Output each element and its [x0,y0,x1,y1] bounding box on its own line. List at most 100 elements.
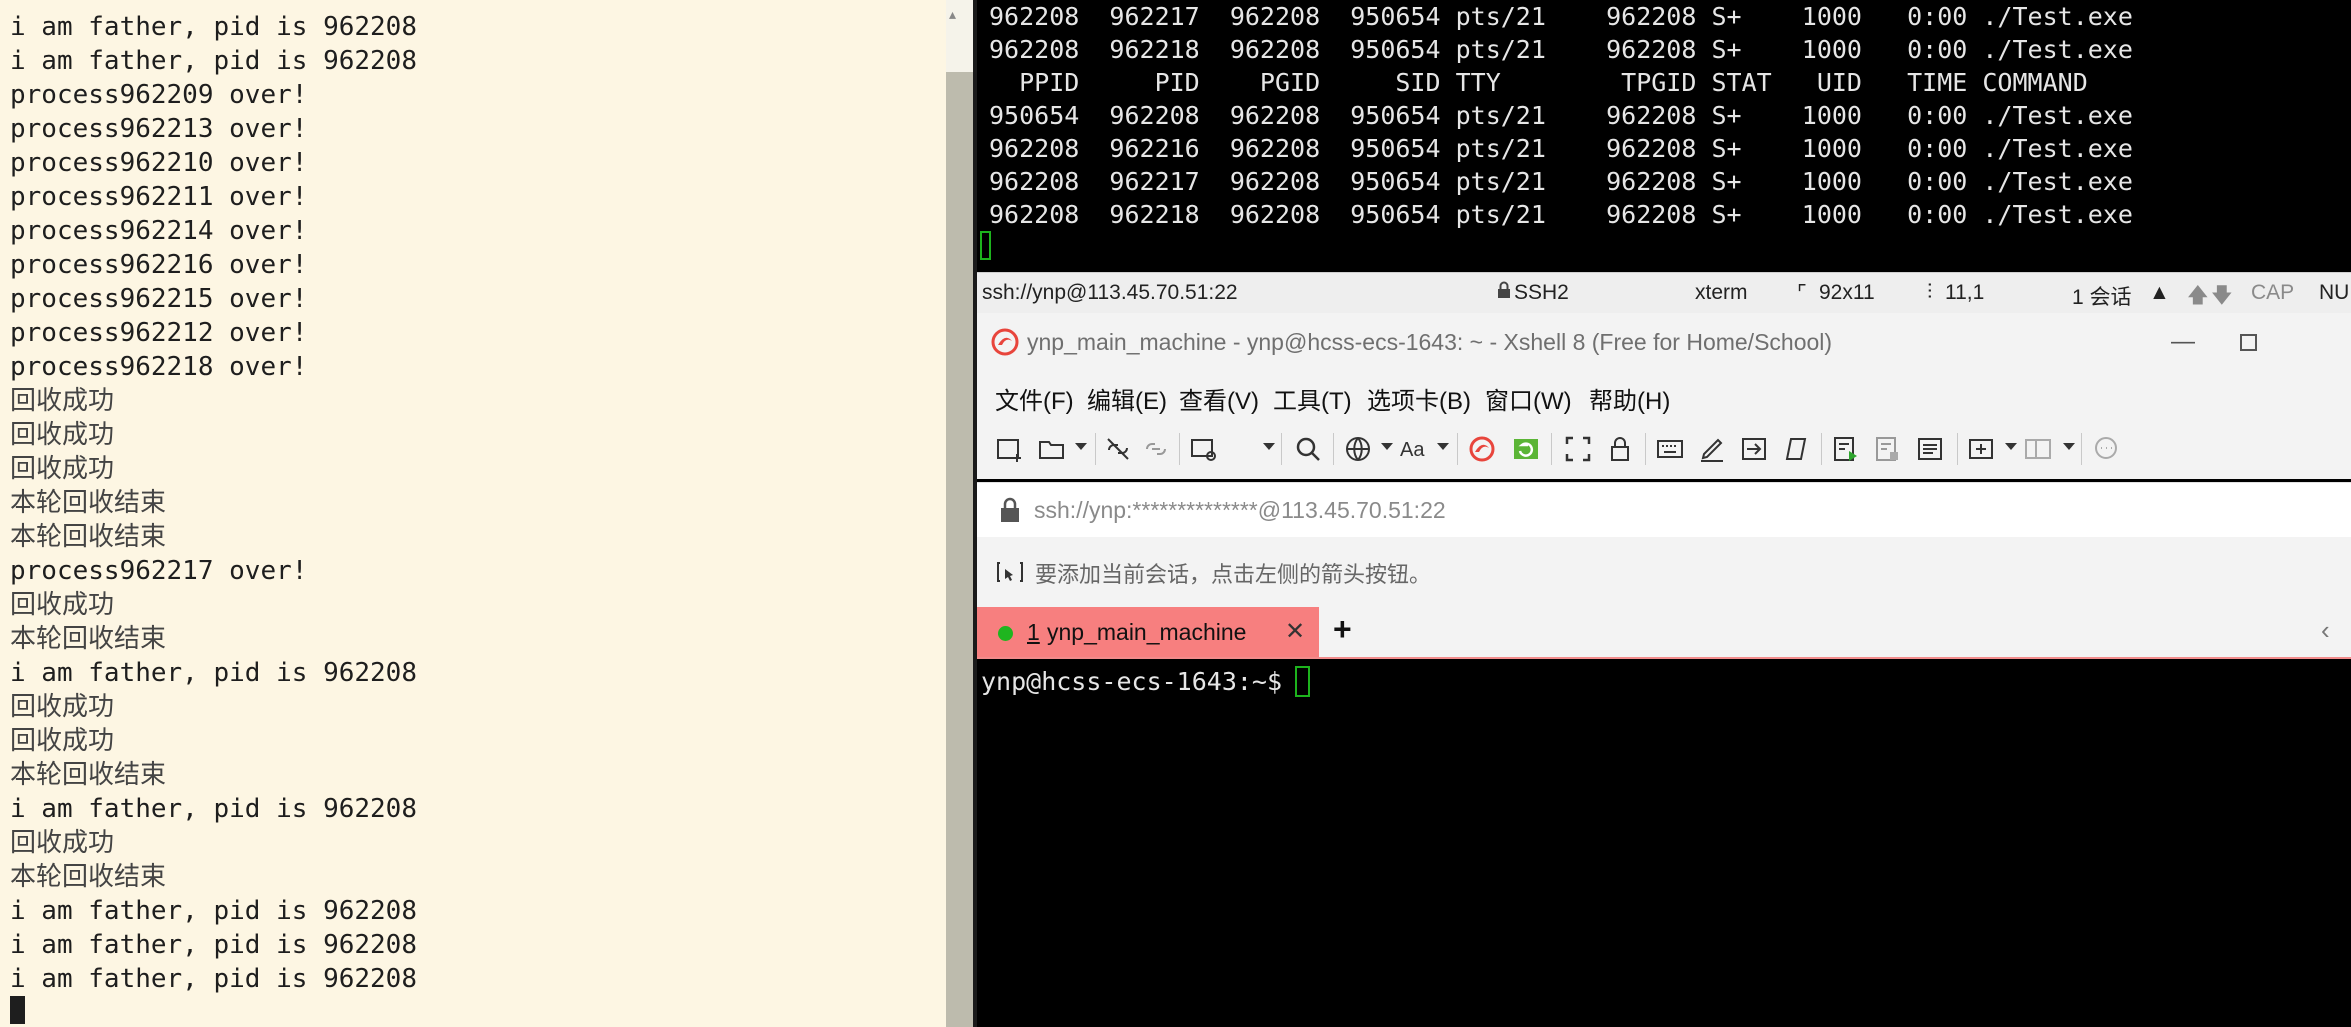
ps-output-terminal[interactable]: 962208 962217 962208 950654 pts/21 96220… [977,0,2351,272]
lock-icon[interactable] [1603,432,1637,466]
toolbar: Aa [977,419,2351,479]
search-icon[interactable] [1291,432,1325,466]
status-bar: ssh://ynp@113.45.70.51:22 SSH2 xterm ⌜ 9… [977,272,2351,314]
toolbar-divider [2081,433,2082,465]
layout-icon[interactable] [2021,432,2055,466]
chevron-down-icon[interactable] [1437,443,1449,450]
terminal-line: 本轮回收结束 [10,488,167,518]
chevron-down-icon[interactable] [1075,443,1087,450]
caret-up-icon[interactable]: ▲ [2149,281,2170,305]
terminal-line: process962210 over! [10,148,308,178]
scrollbar-top-area[interactable]: ▴ [946,0,973,72]
left-terminal-scrollbar[interactable]: ▴ [946,0,973,1027]
xshell-brand-icon[interactable] [1465,432,1499,466]
cursor-pos-icon: ⫶ [1927,281,1933,304]
maximize-button[interactable] [2223,317,2267,367]
terminal-line: 962208 962218 962208 950654 pts/21 96220… [989,35,2133,64]
chevron-down-icon[interactable] [1263,443,1275,450]
status-connection: ssh://ynp@113.45.70.51:22 [982,281,1238,304]
menu-window[interactable]: 窗口(W) [1485,381,1572,416]
tab-number: 1 [1027,619,1040,645]
status-sessions[interactable]: 1 会话 [2072,281,2132,311]
disconnect-icon[interactable] [1101,432,1135,466]
tab-bar: 1 ynp_main_machine ✕ + ‹ [977,605,2351,659]
session-terminal[interactable]: ynp@hcss-ecs-1643:~$ [977,659,2351,1027]
terminal-line: 回收成功 [10,420,115,450]
connected-status-icon [998,626,1013,641]
menu-file[interactable]: 文件(F) [995,381,1074,416]
lock-icon [1497,281,1511,305]
toolbar-divider [1095,433,1096,465]
terminal-line: i am father, pid is 962208 [10,658,417,688]
new-tab-group-icon[interactable] [1965,432,1999,466]
close-icon[interactable]: ✕ [1285,617,1305,646]
terminal-line: 950654 962208 962208 950654 pts/21 96220… [989,101,2133,130]
transfer-icon[interactable] [1737,432,1771,466]
chevron-left-icon[interactable]: ‹ [2321,615,2330,646]
add-session-arrow-icon[interactable] [995,559,1025,585]
terminal-line: process962212 over! [10,318,308,348]
terminal-line: i am father, pid is 962208 [10,930,417,960]
font-icon[interactable]: Aa [1397,432,1431,466]
status-num: NU [2319,281,2350,304]
terminal-line: 本轮回收结束 [10,624,167,654]
chevron-down-icon[interactable] [1381,443,1393,450]
resize-corner-icon: ⌜ [1797,282,1807,305]
toolbar-divider [1645,433,1646,465]
status-terminal-type: xterm [1695,281,1748,304]
terminal-cursor [10,996,25,1024]
pen-icon[interactable] [1695,432,1729,466]
minimize-button[interactable]: — [2161,317,2205,367]
status-caps: CAP [2251,281,2295,304]
fullscreen-icon[interactable] [1561,432,1595,466]
title-bar[interactable]: ynp_main_machine - ynp@hcss-ecs-1643: ~ … [977,313,2351,373]
menu-view[interactable]: 查看(V) [1179,381,1259,416]
log-icon[interactable] [1913,432,1947,466]
menu-help[interactable]: 帮助(H) [1589,381,1670,416]
run-script-icon[interactable] [1829,432,1863,466]
xshell-logo-icon [991,328,1019,356]
chat-icon[interactable] [2089,432,2123,466]
keyboard-icon[interactable] [1653,432,1687,466]
address-lock-icon [1001,497,1019,522]
terminal-line: i am father, pid is 962208 [10,964,417,994]
link-icon[interactable] [1139,432,1173,466]
chevron-down-icon[interactable] [2063,443,2075,450]
globe-icon[interactable] [1341,432,1375,466]
menu-tools[interactable]: 工具(T) [1273,381,1352,416]
session-hint-bar: 要添加当前会话，点击左侧的箭头按钮。 [977,537,2351,605]
scroll-up-icon[interactable]: ▴ [949,6,965,22]
open-folder-icon[interactable] [1035,432,1069,466]
menu-edit[interactable]: 编辑(E) [1087,381,1167,416]
script-icon[interactable] [1779,432,1813,466]
terminal-line: process962215 over! [10,284,308,314]
session-settings-icon[interactable] [1187,432,1221,466]
stop-script-icon[interactable] [1871,432,1905,466]
address-input[interactable] [1032,493,2236,527]
chevron-down-icon[interactable] [2005,443,2017,450]
new-session-icon[interactable] [993,432,1027,466]
add-tab-button[interactable]: + [1333,611,1352,648]
status-size: 92x11 [1819,281,1875,304]
terminal-line: 962208 962217 962208 950654 pts/21 96220… [989,2,2133,31]
terminal-line: i am father, pid is 962208 [10,46,417,76]
terminal-line: 本轮回收结束 [10,522,167,552]
arrow-down-icon[interactable]: 🡇 [2211,281,2233,316]
left-terminal-output: i am father, pid is 962208 i am father, … [10,10,417,996]
terminal-line: process962214 over! [10,216,308,246]
terminal-line: 本轮回收结束 [10,862,167,892]
terminal-line: 962208 962218 962208 950654 pts/21 96220… [989,200,2133,229]
tab-ynp-main-machine[interactable]: 1 ynp_main_machine ✕ [977,607,1319,657]
left-terminal[interactable]: i am father, pid is 962208 i am father, … [0,0,946,1027]
xftp-icon[interactable] [1509,432,1543,466]
toolbar-divider [1551,433,1552,465]
terminal-line: i am father, pid is 962208 [10,896,417,926]
terminal-line: process962217 over! [10,556,308,586]
terminal-line: 962208 962217 962208 950654 pts/21 96220… [989,167,2133,196]
menu-bar: 文件(F) 编辑(E) 查看(V) 工具(T) 选项卡(B) 窗口(W) 帮助(… [977,373,2351,419]
toolbar-divider [1333,433,1334,465]
toolbar-divider [1281,433,1282,465]
status-protocol: SSH2 [1514,281,1569,304]
arrow-up-icon[interactable]: 🡅 [2187,281,2209,316]
menu-tabs[interactable]: 选项卡(B) [1367,381,1471,416]
